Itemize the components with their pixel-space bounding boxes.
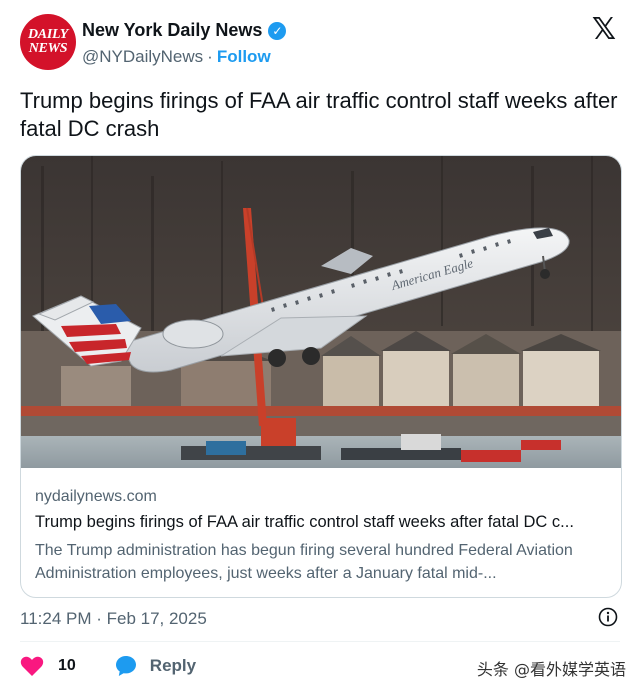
reply-button[interactable]: Reply <box>114 654 196 678</box>
name-row: New York Daily News ✓ <box>82 20 287 41</box>
display-name[interactable]: New York Daily News <box>82 20 262 41</box>
reply-bubble-icon <box>115 656 136 676</box>
card-image[interactable]: American Eagle <box>21 156 621 468</box>
card-domain[interactable]: nydailynews.com <box>35 488 157 506</box>
tweet-text: Trump begins firings of FAA air traffic … <box>20 88 618 141</box>
link-card[interactable]: American Eagle nydailynews.com Trump beg… <box>20 155 622 598</box>
like-button[interactable]: 10 <box>20 655 76 677</box>
heart-icon <box>20 656 44 676</box>
handle[interactable]: @NYDailyNews <box>82 47 203 67</box>
avatar-text-daily: DAILY <box>28 27 68 42</box>
divider <box>20 641 620 642</box>
x-logo-icon[interactable]: 𝕏 <box>590 15 618 45</box>
follow-button[interactable]: Follow <box>217 47 271 67</box>
handle-row: @NYDailyNews · Follow <box>82 47 271 67</box>
card-title[interactable]: Trump begins firings of FAA air traffic … <box>35 513 607 532</box>
avatar[interactable]: DAILY NEWS <box>20 14 76 70</box>
separator: · <box>207 47 213 66</box>
timestamp[interactable]: 11:24 PM · Feb 17, 2025 <box>20 609 207 629</box>
info-icon[interactable] <box>598 607 618 627</box>
reply-label: Reply <box>149 656 197 675</box>
tweet-header: DAILY NEWS New York Daily News ✓ @NYDail… <box>20 14 620 74</box>
action-bar: 10 Reply <box>20 652 196 680</box>
avatar-text-news: NEWS <box>28 41 68 56</box>
watermark: 头条 @看外媒学英语 <box>476 660 626 679</box>
verified-badge-icon: ✓ <box>268 21 287 40</box>
card-description: The Trump administration has begun firin… <box>35 542 573 582</box>
like-count: 10 <box>58 657 76 674</box>
